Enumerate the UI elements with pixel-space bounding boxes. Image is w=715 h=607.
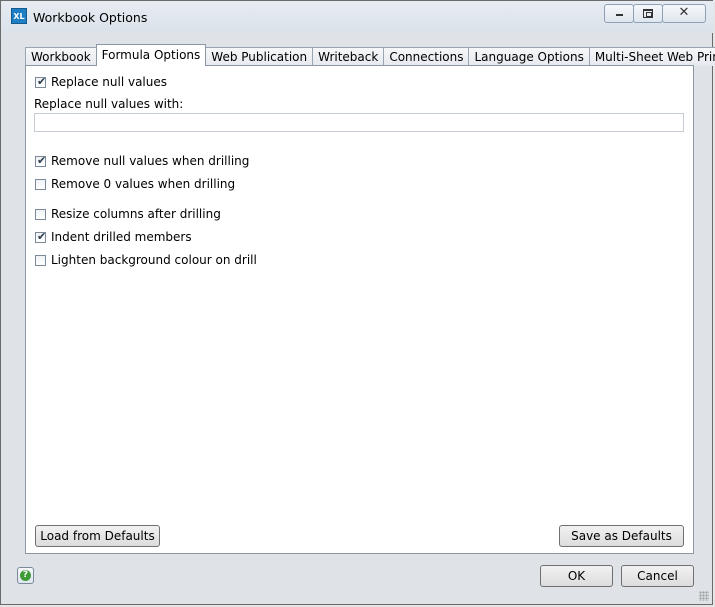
checkbox-label: Indent drilled members — [51, 230, 192, 244]
checkbox-label: Resize columns after drilling — [51, 207, 221, 221]
resize-grip-icon[interactable] — [699, 591, 709, 601]
checkbox-label: Remove null values when drilling — [51, 154, 250, 168]
checkbox-box[interactable]: ✔ — [35, 74, 47, 88]
tab-strip: Workbook Formula Options Web Publication… — [25, 44, 715, 66]
checkbox-label: Lighten background colour on drill — [51, 253, 257, 267]
checkbox-box[interactable]: ✔ — [35, 229, 47, 243]
checkbox-box[interactable] — [35, 254, 46, 266]
tab-workbook[interactable]: Workbook — [25, 47, 97, 66]
remove-null-drill-checkbox[interactable]: ✔ Remove null values when drilling — [35, 154, 249, 168]
check-icon: ✔ — [37, 153, 47, 167]
workbook-options-dialog: XL Workbook Options ✕ Workbook Formula O… — [0, 0, 715, 605]
close-icon: ✕ — [678, 5, 690, 20]
tab-connections[interactable]: Connections — [383, 47, 470, 66]
minimize-icon — [616, 14, 623, 16]
window-title: Workbook Options — [33, 10, 148, 25]
replace-with-label: Replace null values with: — [34, 97, 184, 111]
checkbox-box[interactable] — [35, 208, 46, 220]
help-button[interactable]: ? — [17, 567, 34, 584]
tab-multi-sheet-web-printing[interactable]: Multi-Sheet Web Printing — [588, 47, 715, 66]
check-icon: ✔ — [37, 229, 47, 243]
replace-null-checkbox[interactable]: ✔ Replace null values — [35, 75, 167, 89]
checkbox-label: Remove 0 values when drilling — [51, 177, 236, 191]
ok-button[interactable]: OK — [540, 565, 613, 587]
close-button[interactable]: ✕ — [662, 4, 706, 23]
help-icon: ? — [20, 570, 31, 581]
lighten-background-checkbox[interactable]: Lighten background colour on drill — [35, 253, 257, 267]
window-controls: ✕ — [604, 4, 706, 23]
resize-columns-checkbox[interactable]: Resize columns after drilling — [35, 207, 221, 221]
app-logo-icon: XL — [11, 8, 27, 24]
tab-web-publication[interactable]: Web Publication — [205, 47, 314, 66]
tab-writeback[interactable]: Writeback — [312, 47, 385, 66]
formula-options-panel: ✔ Replace null values Replace null value… — [25, 65, 694, 554]
tab-formula-options[interactable]: Formula Options — [95, 44, 207, 66]
title-bar[interactable]: XL Workbook Options ✕ — [1, 1, 714, 33]
minimize-button[interactable] — [604, 4, 634, 23]
save-as-defaults-button[interactable]: Save as Defaults — [559, 525, 684, 547]
tab-language-options[interactable]: Language Options — [468, 47, 590, 66]
load-from-defaults-button[interactable]: Load from Defaults — [35, 525, 160, 547]
checkbox-box[interactable] — [35, 178, 46, 190]
cancel-button[interactable]: Cancel — [621, 565, 694, 587]
indent-members-checkbox[interactable]: ✔ Indent drilled members — [35, 230, 192, 244]
replace-with-input[interactable] — [34, 113, 684, 132]
restore-icon — [643, 9, 653, 18]
remove-zero-drill-checkbox[interactable]: Remove 0 values when drilling — [35, 177, 235, 191]
checkbox-box[interactable]: ✔ — [35, 153, 47, 167]
checkbox-label: Replace null values — [51, 75, 168, 89]
maximize-button[interactable] — [633, 4, 663, 23]
check-icon: ✔ — [37, 74, 47, 88]
